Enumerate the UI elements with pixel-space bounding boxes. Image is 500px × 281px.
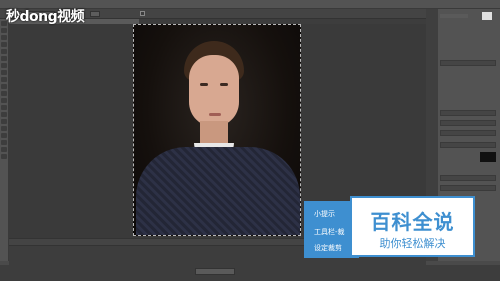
brush-tool-icon[interactable]	[1, 70, 7, 75]
workspace-label	[440, 14, 468, 18]
brand-badge: 百科全说 助你轻松解决	[350, 196, 475, 257]
lasso-tool-icon[interactable]	[1, 35, 7, 40]
quick-select-tool-icon[interactable]	[1, 42, 7, 47]
badge-subtitle: 助你轻松解决	[379, 237, 446, 250]
foreground-color-swatch[interactable]	[482, 12, 492, 20]
character-row[interactable]	[440, 120, 496, 126]
zoom-tool-icon[interactable]	[1, 154, 7, 159]
left-eye	[200, 83, 208, 86]
delete-cropped-pixels-checkbox[interactable]	[140, 11, 145, 16]
create-video-timeline-button[interactable]	[195, 268, 235, 275]
shape-tool-icon[interactable]	[1, 140, 7, 145]
tip-line-1: 小提示	[314, 210, 335, 218]
adjustment-row[interactable]	[440, 60, 496, 66]
type-tool-icon[interactable]	[1, 126, 7, 131]
tools-panel	[0, 19, 9, 261]
clone-stamp-tool-icon[interactable]	[1, 77, 7, 82]
tip-line-2: 工具栏-裁	[314, 228, 345, 236]
layer-row[interactable]	[440, 175, 496, 181]
path-select-tool-icon[interactable]	[1, 133, 7, 138]
face	[189, 55, 239, 127]
mouth	[209, 113, 221, 116]
tip-line-3: 设定裁剪	[314, 244, 342, 252]
eyedropper-tool-icon[interactable]	[1, 56, 7, 61]
character-row[interactable]	[440, 142, 496, 148]
watermark-logo: 秒dong视频	[6, 9, 85, 25]
pen-tool-icon[interactable]	[1, 119, 7, 124]
bottom-bar	[0, 265, 500, 281]
gradient-tool-icon[interactable]	[1, 98, 7, 103]
badge-title: 百科全说	[370, 210, 455, 234]
history-brush-tool-icon[interactable]	[1, 84, 7, 89]
character-row[interactable]	[440, 110, 496, 116]
dodge-tool-icon[interactable]	[1, 112, 7, 117]
eraser-tool-icon[interactable]	[1, 91, 7, 96]
right-eye	[220, 83, 228, 86]
layer-row[interactable]	[440, 185, 496, 191]
character-row[interactable]	[440, 130, 496, 136]
sweater	[136, 147, 300, 235]
crop-tool-icon[interactable]	[1, 49, 7, 54]
portrait-photo[interactable]	[133, 24, 301, 236]
healing-brush-tool-icon[interactable]	[1, 63, 7, 68]
color-swatch[interactable]	[480, 152, 496, 162]
blur-tool-icon[interactable]	[1, 105, 7, 110]
hand-tool-icon[interactable]	[1, 147, 7, 152]
straighten-button[interactable]	[90, 11, 100, 17]
marquee-tool-icon[interactable]	[1, 28, 7, 33]
